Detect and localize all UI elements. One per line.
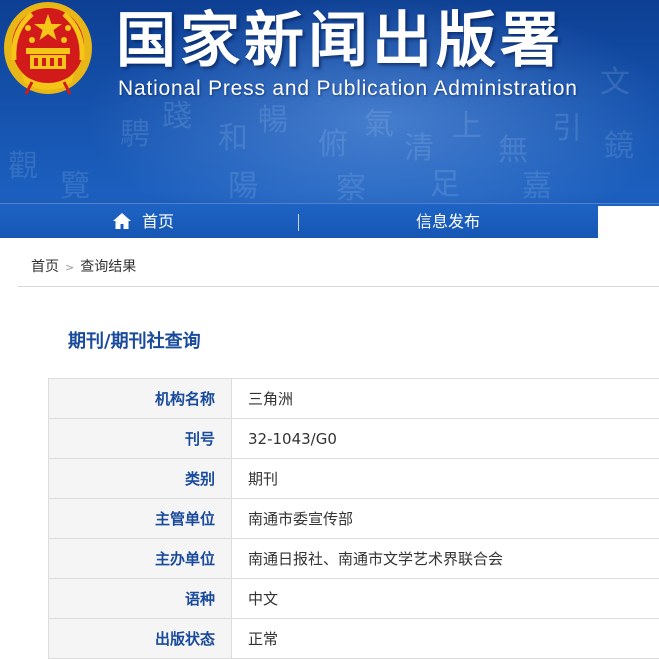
table-row: 出版状态 正常	[49, 619, 659, 659]
nav-divider	[298, 214, 299, 231]
breadcrumb-divider	[18, 286, 659, 287]
breadcrumb-separator: >	[65, 261, 74, 274]
breadcrumb-home-link[interactable]: 首页	[31, 259, 59, 275]
site-banner: 騁 踐 和 暢 俯 氣 清 上 無 引 鏡 觀 覽 陽 察 足 嘉 文	[0, 0, 659, 238]
table-row: 语种 中文	[49, 579, 659, 619]
nav-item-label: 信息发布	[416, 212, 480, 231]
table-row: 类别 期刊	[49, 459, 659, 499]
breadcrumb-current: 查询结果	[80, 259, 136, 275]
table-row: 主办单位 南通日报社、南通市文学艺术界联合会	[49, 539, 659, 579]
field-value: 南通市委宣传部	[232, 499, 659, 539]
field-label: 主管单位	[49, 499, 232, 539]
section-title: 期刊/期刊社查询	[68, 327, 201, 353]
nav-search-area[interactable]	[598, 206, 659, 238]
nav-item-label: 首页	[142, 212, 174, 231]
field-label: 机构名称	[49, 379, 232, 419]
main-nav: 首页 信息发布	[0, 203, 659, 238]
table-row: 主管单位 南通市委宣传部	[49, 499, 659, 539]
home-icon	[112, 212, 132, 230]
field-label: 语种	[49, 579, 232, 619]
field-label: 出版状态	[49, 619, 232, 659]
nav-item-home[interactable]: 首页	[112, 204, 174, 238]
field-value: 32-1043/G0	[232, 419, 659, 459]
table-row: 刊号 32-1043/G0	[49, 419, 659, 459]
table-row: 机构名称 三角洲	[49, 379, 659, 419]
breadcrumb: 首页 > 查询结果	[31, 256, 136, 278]
field-label: 主办单位	[49, 539, 232, 579]
field-value: 期刊	[232, 459, 659, 499]
result-table: 机构名称 三角洲 刊号 32-1043/G0 类别 期刊 主管单位 南通市委宣传…	[48, 378, 659, 659]
field-value: 南通日报社、南通市文学艺术界联合会	[232, 539, 659, 579]
national-emblem-icon	[2, 0, 94, 96]
field-label: 类别	[49, 459, 232, 499]
site-subtitle: National Press and Publication Administr…	[118, 77, 578, 101]
field-value: 三角洲	[232, 379, 659, 419]
site-title: 国家新闻出版署	[116, 2, 564, 80]
field-value: 中文	[232, 579, 659, 619]
nav-item-info-release[interactable]: 信息发布	[416, 204, 480, 238]
field-value: 正常	[232, 619, 659, 659]
field-label: 刊号	[49, 419, 232, 459]
